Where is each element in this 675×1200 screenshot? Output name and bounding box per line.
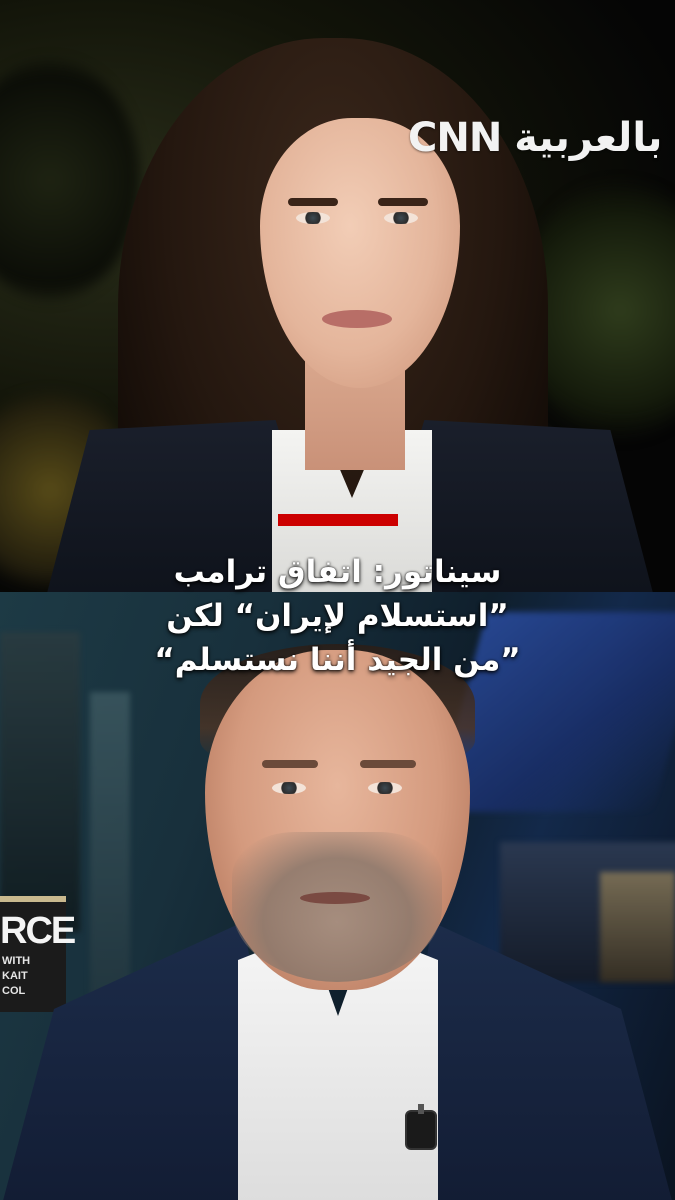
headline-caption: سيناتور: اتفاق ترامب ”استسلام لإيران“ لك…: [60, 550, 615, 682]
guest-brow: [360, 760, 416, 768]
headline-line: ”من الجيد أننا نستسلم“: [154, 642, 521, 678]
headline-accent-bar: [278, 514, 398, 526]
show-logo: RCE WITH KAIT COL: [0, 896, 76, 1012]
cnn-arabic-logo: CNN بالعربية: [408, 115, 663, 161]
guest-eye: [368, 782, 402, 794]
show-logo-main: RCE: [0, 910, 76, 952]
background-foliage: [0, 60, 140, 300]
headline-line: سيناتور: اتفاق ترامب: [173, 554, 502, 590]
lapel-mic-icon: [405, 1104, 437, 1150]
anchor-eye: [296, 212, 330, 224]
anchor-eye: [384, 212, 418, 224]
headline-line: ”استسلام لإيران“ لكن: [166, 598, 509, 634]
show-logo-subtitle: WITH KAIT COL: [2, 955, 31, 997]
guest-mouth: [300, 892, 370, 904]
guest-eye: [272, 782, 306, 794]
studio-background: [600, 872, 675, 982]
anchor-brow: [288, 198, 338, 206]
guest-brow: [262, 760, 318, 768]
guest-beard: [232, 832, 442, 982]
bottom-video-panel: RCE WITH KAIT COL: [0, 592, 675, 1200]
anchor-lips: [322, 310, 392, 328]
top-video-panel: CNN بالعربية: [0, 0, 675, 592]
anchor-brow: [378, 198, 428, 206]
video-frame: CNN بالعربية RCE WITH KAIT COL سيناتور: …: [0, 0, 675, 1200]
